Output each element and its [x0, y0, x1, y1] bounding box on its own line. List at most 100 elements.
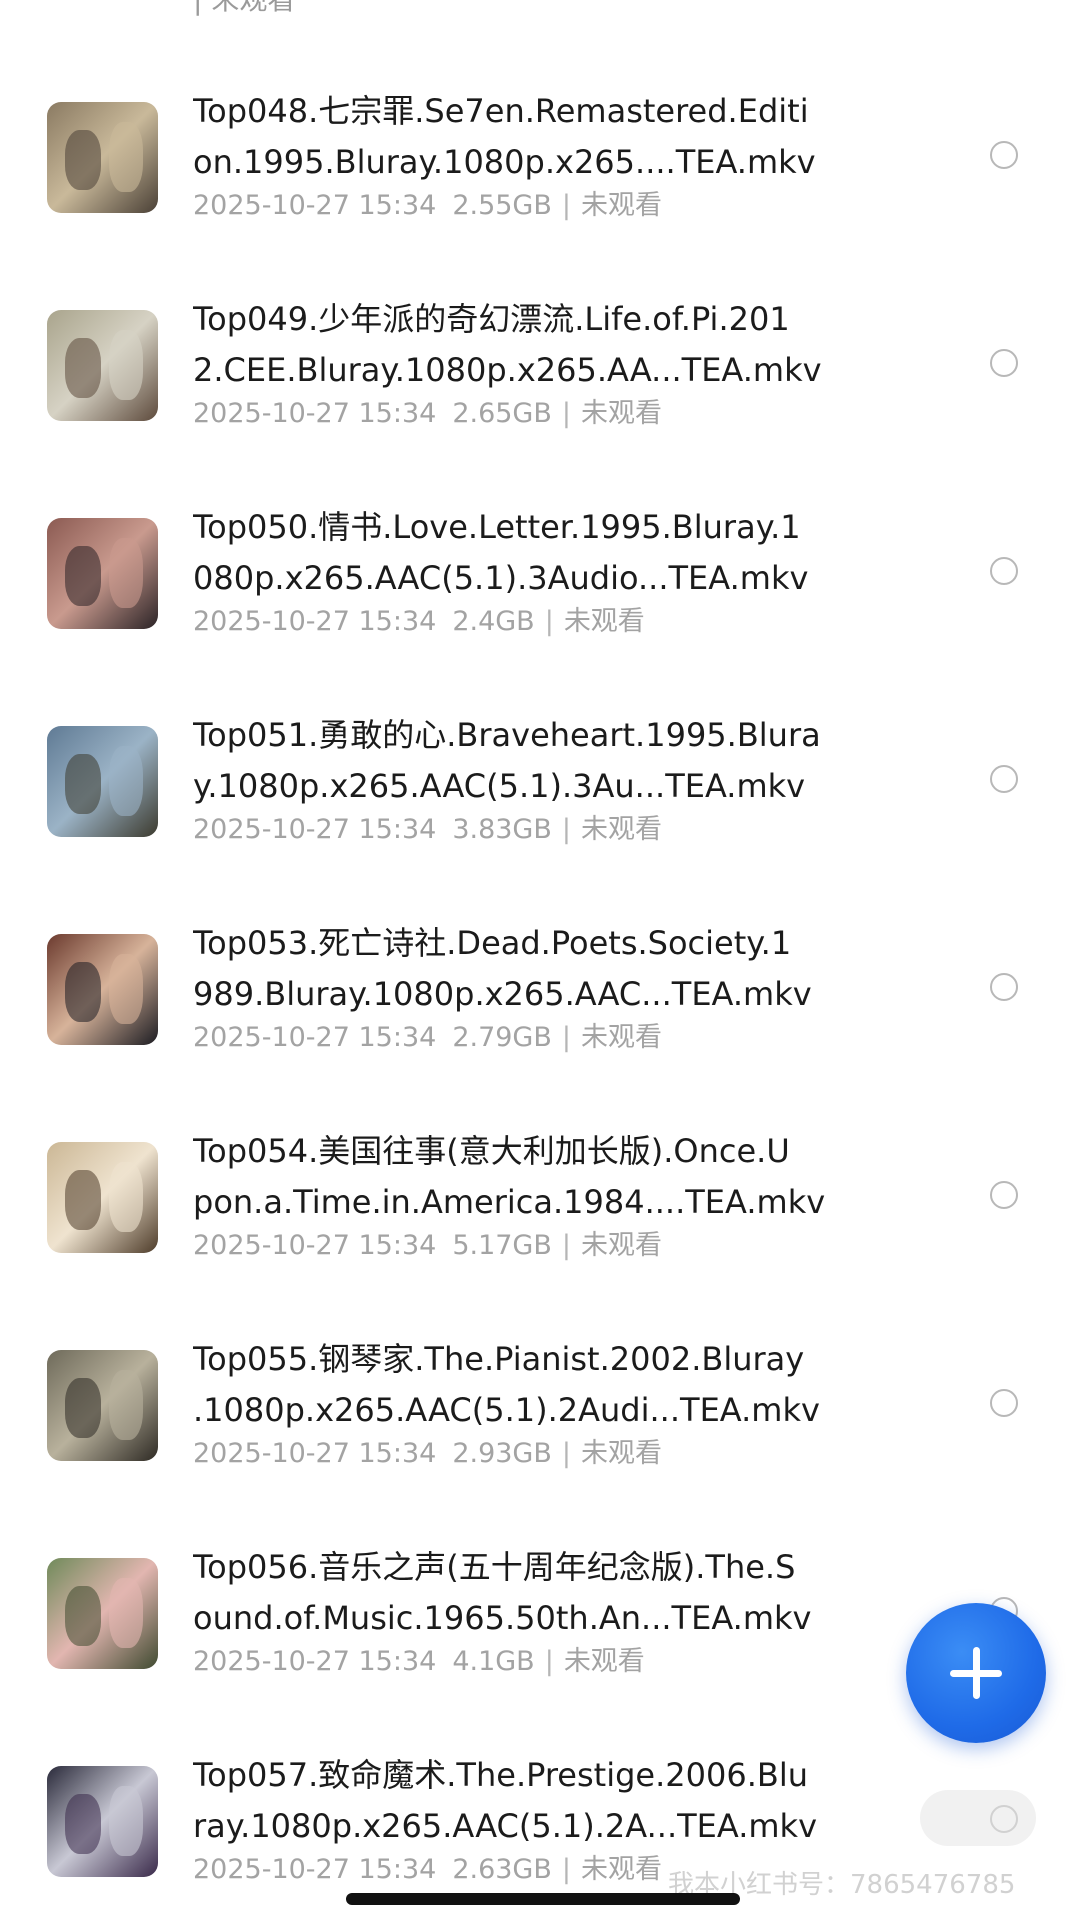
meta-separator: | [561, 1022, 571, 1053]
video-thumbnail[interactable] [47, 1558, 158, 1669]
file-name-line-1: Top053.死亡诗社.Dead.Poets.Society.1 [193, 924, 792, 962]
file-name: Top057.致命魔术.The.Prestige.2006.Blu ray.108… [193, 1750, 883, 1852]
meta-separator: | [561, 1438, 571, 1469]
file-name-line-2: 080p.x265.AAC(5.1).3Audio...TEA.mkv [193, 559, 809, 597]
select-radio-button[interactable] [990, 973, 1018, 1001]
file-name-line-2: on.1995.Bluray.1080p.x265....TEA.mkv [193, 143, 816, 181]
file-name-line-1: Top050.情书.Love.Letter.1995.Bluray.1 [193, 508, 801, 546]
video-thumbnail[interactable] [47, 102, 158, 213]
video-thumbnail[interactable] [47, 726, 158, 837]
video-thumbnail[interactable] [47, 1142, 158, 1253]
file-meta: 2025-10-27 15:34 2.55GB | 未观看 [193, 188, 662, 224]
file-meta: 2025-10-27 15:34 2.4GB | 未观看 [193, 604, 645, 640]
meta-separator: | [544, 1646, 554, 1677]
file-date: 2025-10-27 15:34 [193, 1646, 437, 1677]
file-name: Top053.死亡诗社.Dead.Poets.Society.1 989.Blur… [193, 918, 883, 1020]
meta-separator: | [544, 606, 554, 637]
file-size: 2.4GB [452, 606, 535, 637]
select-radio-button[interactable] [990, 1389, 1018, 1417]
file-meta: 2025-10-27 15:34 2.93GB | 未观看 [193, 1436, 662, 1472]
file-name: Top056.音乐之声(五十周年纪念版).The.S ound.of.Music.… [193, 1542, 883, 1644]
file-name-line-2: .1080p.x265.AAC(5.1).2Audi...TEA.mkv [193, 1391, 820, 1429]
select-radio-button[interactable] [990, 349, 1018, 377]
file-meta: 2025-10-27 15:34 5.17GB | 未观看 [193, 1228, 662, 1264]
meta-separator: | [561, 814, 571, 845]
meta-separator: | [561, 398, 571, 429]
file-date: 2025-10-27 15:34 [193, 398, 437, 429]
file-list-item[interactable]: Top053.死亡诗社.Dead.Poets.Society.1 989.Blur… [0, 910, 1080, 1118]
file-name-line-2: ray.1080p.x265.AAC(5.1).2A...TEA.mkv [193, 1807, 818, 1845]
file-date: 2025-10-27 15:34 [193, 606, 437, 637]
file-list-item[interactable]: Top048.七宗罪.Se7en.Remastered.Editi on.1995… [0, 78, 1080, 286]
file-size: 2.65GB [452, 398, 552, 429]
file-meta: 2025-10-27 15:34 2.79GB | 未观看 [193, 1020, 662, 1056]
file-date: 2025-10-27 15:34 [193, 814, 437, 845]
file-name-line-1: Top057.致命魔术.The.Prestige.2006.Blu [193, 1756, 809, 1794]
file-name-line-1: Top056.音乐之声(五十周年纪念版).The.S [193, 1548, 796, 1586]
watch-status: 未观看 [563, 1646, 645, 1677]
file-list-item[interactable]: Top054.美国往事(意大利加长版).Once.U pon.a.Time.in.… [0, 1118, 1080, 1326]
video-thumbnail[interactable] [47, 1350, 158, 1461]
select-radio-button[interactable] [990, 1181, 1018, 1209]
file-name-line-2: y.1080p.x265.AAC(5.1).3Au...TEA.mkv [193, 767, 806, 805]
select-radio-button[interactable] [990, 141, 1018, 169]
file-name-line-2: ound.of.Music.1965.50th.An...TEA.mkv [193, 1599, 812, 1637]
meta-separator: | [561, 1854, 571, 1885]
file-list-item[interactable]: Top051.勇敢的心.Braveheart.1995.Blura y.1080p… [0, 702, 1080, 910]
file-meta: 2025-10-27 15:34 4.1GB | 未观看 [193, 1644, 645, 1680]
file-date: 2025-10-27 15:34 [193, 1230, 437, 1261]
file-name-line-1: Top051.勇敢的心.Braveheart.1995.Blura [193, 716, 821, 754]
file-size: 2.63GB [452, 1854, 552, 1885]
plus-icon [950, 1647, 1002, 1699]
file-name: Top054.美国往事(意大利加长版).Once.U pon.a.Time.in.… [193, 1126, 883, 1228]
file-name-line-1: Top055.钢琴家.The.Pianist.2002.Bluray [193, 1340, 805, 1378]
watch-status: 未观看 [580, 814, 662, 845]
select-radio-button[interactable] [990, 765, 1018, 793]
xiaohongshu-badge-icon [920, 1790, 1036, 1846]
watch-status: 未观看 [580, 1022, 662, 1053]
file-name-line-1: Top054.美国往事(意大利加长版).Once.U [193, 1132, 790, 1170]
file-meta: 2025-10-27 15:34 3.83GB | 未观看 [193, 812, 662, 848]
file-size: 2.55GB [452, 190, 552, 221]
file-list-screen: | 未观看 Top048.七宗罪.Se7en.Remastered.Editi o… [0, 0, 1080, 1920]
file-list-item[interactable]: Top050.情书.Love.Letter.1995.Bluray.1 080p.… [0, 494, 1080, 702]
file-name-line-2: 2.CEE.Bluray.1080p.x265.AA...TEA.mkv [193, 351, 822, 389]
meta-separator: | [561, 190, 571, 221]
file-name: Top051.勇敢的心.Braveheart.1995.Blura y.1080p… [193, 710, 883, 812]
file-size: 4.1GB [452, 1646, 535, 1677]
file-list-item[interactable]: Top049.少年派的奇幻漂流.Life.of.Pi.201 2.CEE.Blur… [0, 286, 1080, 494]
file-date: 2025-10-27 15:34 [193, 1438, 437, 1469]
file-name-line-1: Top049.少年派的奇幻漂流.Life.of.Pi.201 [193, 300, 790, 338]
file-name-line-1: Top048.七宗罪.Se7en.Remastered.Editi [193, 92, 809, 130]
file-date: 2025-10-27 15:34 [193, 1854, 437, 1885]
watch-status: 未观看 [580, 1438, 662, 1469]
file-name: Top055.钢琴家.The.Pianist.2002.Bluray .1080p… [193, 1334, 883, 1436]
file-name: Top049.少年派的奇幻漂流.Life.of.Pi.201 2.CEE.Blur… [193, 294, 883, 396]
file-meta: 2025-10-27 15:34 2.63GB | 未观看 [193, 1852, 662, 1888]
video-thumbnail[interactable] [47, 934, 158, 1045]
file-meta: 2025-10-27 15:34 2.65GB | 未观看 [193, 396, 662, 432]
file-size: 5.17GB [452, 1230, 552, 1261]
file-size: 2.79GB [452, 1022, 552, 1053]
watch-status: 未观看 [580, 398, 662, 429]
video-thumbnail[interactable] [47, 1766, 158, 1877]
select-radio-button[interactable] [990, 557, 1018, 585]
file-date: 2025-10-27 15:34 [193, 1022, 437, 1053]
file-name-line-2: pon.a.Time.in.America.1984....TEA.mkv [193, 1183, 826, 1221]
add-button[interactable] [906, 1603, 1046, 1743]
file-size: 2.93GB [452, 1438, 552, 1469]
file-date: 2025-10-27 15:34 [193, 190, 437, 221]
video-thumbnail[interactable] [47, 310, 158, 421]
file-name-line-2: 989.Bluray.1080p.x265.AAC...TEA.mkv [193, 975, 812, 1013]
watch-status: 未观看 [580, 1854, 662, 1885]
video-thumbnail[interactable] [47, 518, 158, 629]
watch-status: 未观看 [580, 1230, 662, 1261]
meta-separator: | [561, 1230, 571, 1261]
file-list-item[interactable]: Top055.钢琴家.The.Pianist.2002.Bluray .1080p… [0, 1326, 1080, 1534]
home-indicator[interactable] [346, 1893, 740, 1905]
file-name: Top050.情书.Love.Letter.1995.Bluray.1 080p.… [193, 502, 883, 604]
watch-status: 未观看 [580, 190, 662, 221]
file-size: 3.83GB [452, 814, 552, 845]
file-name: Top048.七宗罪.Se7en.Remastered.Editi on.1995… [193, 86, 883, 188]
watch-status: 未观看 [563, 606, 645, 637]
